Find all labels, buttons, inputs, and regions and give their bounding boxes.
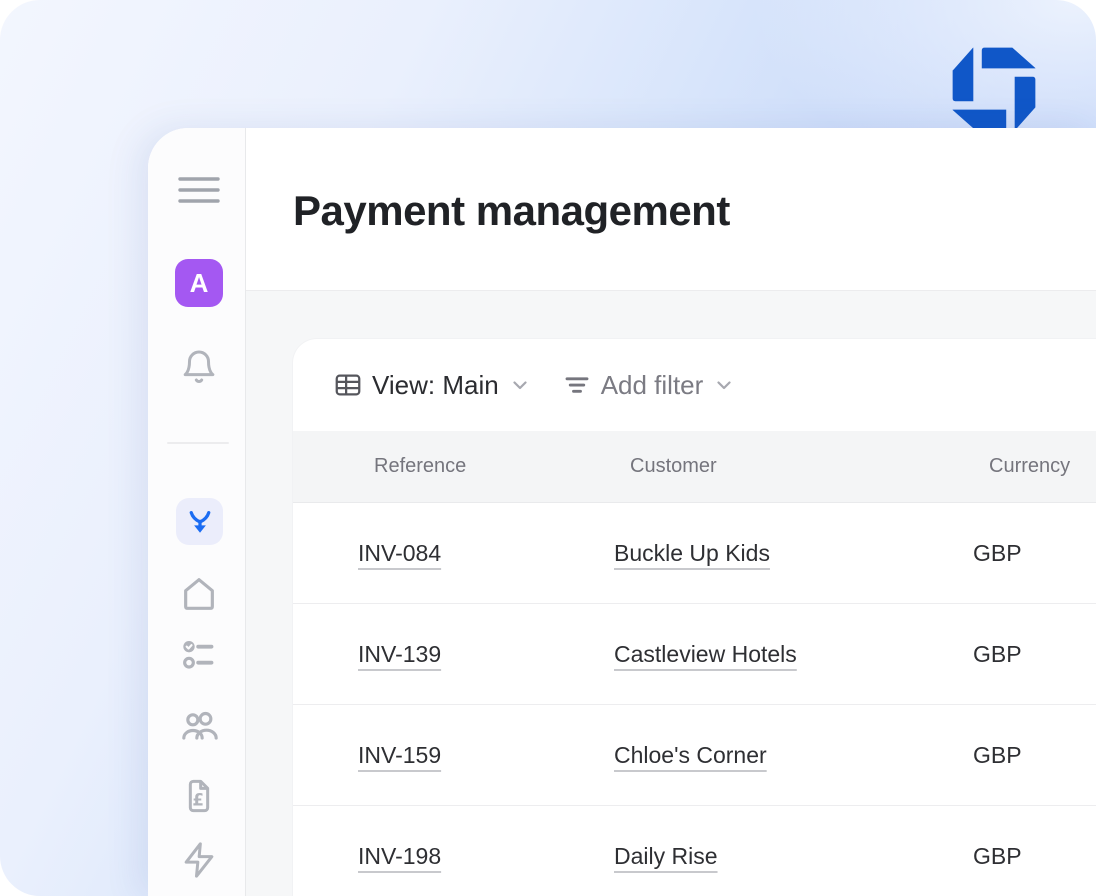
column-header-reference: Reference: [374, 455, 467, 477]
home-icon: [184, 578, 214, 610]
table-row: INV-198 Daily Rise GBP: [293, 806, 1096, 896]
view-selector-label: View: Main: [372, 369, 499, 400]
app-window: A £ Payment management View: Main Add fi…: [148, 128, 1096, 896]
users-icon: [182, 711, 218, 740]
invoice-pound-icon: £: [188, 779, 210, 813]
view-selector[interactable]: View: Main: [333, 370, 532, 401]
sidebar-item-invoices[interactable]: £: [177, 774, 221, 818]
filter-lines-icon: [565, 377, 589, 393]
sidebar-item-tasks[interactable]: [177, 633, 221, 677]
currency-cell: GBP: [973, 842, 1022, 869]
customer-link[interactable]: Castleview Hotels: [614, 641, 797, 667]
notifications-bell-icon[interactable]: [177, 343, 221, 387]
avatar-letter: A: [189, 267, 209, 298]
workspace-avatar[interactable]: A: [175, 259, 223, 307]
reference-link[interactable]: INV-159: [358, 742, 441, 768]
hamburger-menu-icon[interactable]: [177, 168, 221, 212]
table-grid-icon: [335, 374, 361, 396]
reference-link[interactable]: INV-139: [358, 641, 441, 667]
content-area: View: Main Add filter Reference Customer…: [246, 290, 1096, 896]
customer-link[interactable]: Buckle Up Kids: [614, 540, 770, 566]
add-filter-button[interactable]: Add filter: [562, 370, 737, 401]
chevron-down-icon: [717, 381, 731, 390]
sidebar-item-actions[interactable]: [177, 838, 221, 882]
sidebar-item-payments[interactable]: [176, 498, 223, 545]
sidebar-divider: [167, 442, 229, 444]
sidebar-item-customers[interactable]: [177, 704, 221, 748]
lightning-icon: [184, 842, 214, 878]
currency-cell: GBP: [973, 539, 1022, 566]
checklist-icon: [183, 641, 214, 669]
sidebar-item-home[interactable]: [177, 572, 221, 616]
sidebar: A £: [148, 128, 246, 896]
currency-cell: GBP: [973, 741, 1022, 768]
table-row: INV-159 Chloe's Corner GBP: [293, 705, 1096, 806]
page-title: Payment management: [293, 187, 730, 234]
svg-text:£: £: [192, 790, 204, 809]
screen: A £ Payment management View: Main Add fi…: [0, 0, 1096, 896]
reference-link[interactable]: INV-084: [358, 540, 441, 566]
currency-cell: GBP: [973, 640, 1022, 667]
table-header-row: Reference Customer Currency: [293, 431, 1096, 503]
reference-link[interactable]: INV-198: [358, 843, 441, 869]
table-row: INV-139 Castleview Hotels GBP: [293, 604, 1096, 705]
table-row: INV-084 Buckle Up Kids GBP: [293, 503, 1096, 604]
add-filter-label: Add filter: [600, 369, 704, 400]
chevron-down-icon: [513, 381, 527, 390]
column-header-currency: Currency: [989, 455, 1071, 477]
chase-logo-icon: [947, 42, 1041, 136]
column-header-customer: Customer: [630, 455, 717, 477]
payments-table-card: View: Main Add filter Reference Customer…: [293, 339, 1096, 896]
table-toolbar: View: Main Add filter: [293, 339, 1096, 431]
customer-link[interactable]: Daily Rise: [614, 843, 718, 869]
merge-arrow-icon: [189, 510, 210, 533]
customer-link[interactable]: Chloe's Corner: [614, 742, 767, 768]
